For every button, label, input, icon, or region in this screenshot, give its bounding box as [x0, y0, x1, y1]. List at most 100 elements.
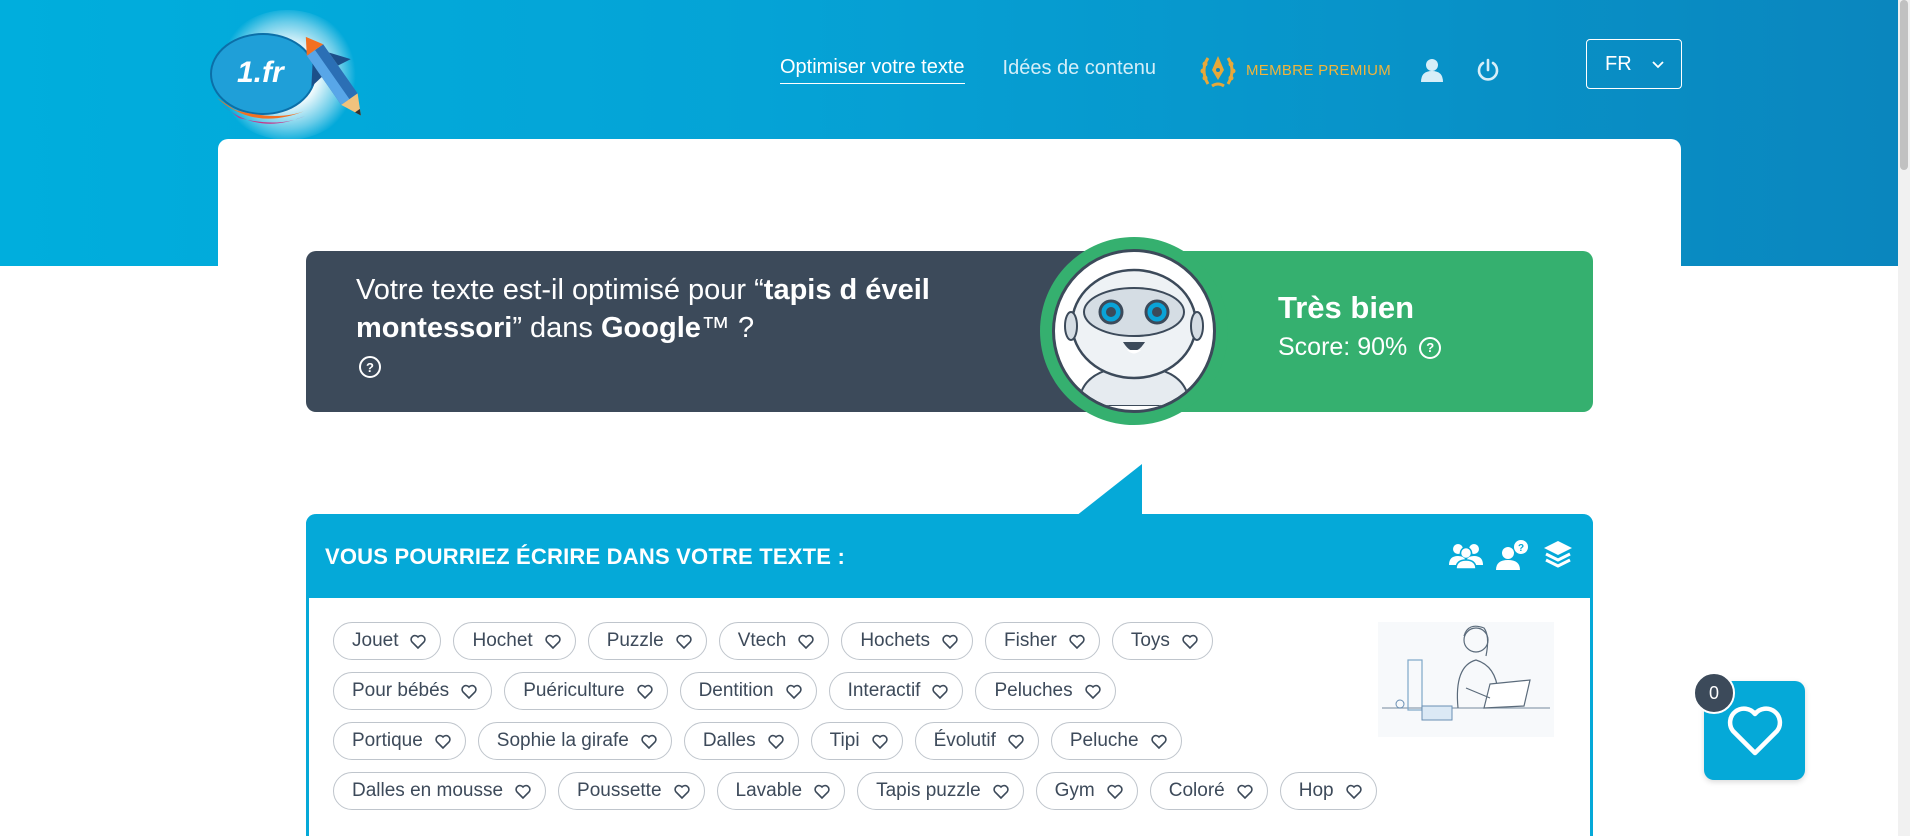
tag-chip[interactable]: Interactif: [828, 672, 964, 710]
tag-label: Coloré: [1168, 780, 1225, 801]
heart-icon[interactable]: [932, 684, 949, 699]
language-select[interactable]: FR: [1586, 39, 1682, 89]
tag-label: Hochet: [472, 630, 533, 651]
tag-label: Sophie la girafe: [496, 730, 629, 751]
tag-chip[interactable]: Puzzle: [587, 622, 707, 660]
heart-icon[interactable]: [1345, 784, 1362, 799]
tag-chip[interactable]: Pour bébés: [333, 672, 493, 710]
heart-icon[interactable]: [798, 634, 814, 649]
group-icon[interactable]: [1448, 538, 1484, 572]
heart-icon[interactable]: [641, 734, 657, 749]
heart-icon[interactable]: [515, 784, 531, 799]
nav-idees[interactable]: Idées de contenu: [1003, 57, 1156, 84]
tag-chip[interactable]: Dalles: [683, 722, 799, 760]
premium-label: MEMBRE PREMIUM: [1245, 61, 1392, 79]
premium-badge[interactable]: MEMBRE PREMIUM: [1198, 50, 1391, 90]
nav-optimiser[interactable]: Optimiser votre texte: [780, 56, 965, 84]
scrollbar-thumb[interactable]: [1900, 0, 1908, 170]
tag-label: Dalles en mousse: [352, 780, 504, 801]
heart-icon[interactable]: [673, 784, 690, 799]
tag-chip[interactable]: Peluches: [975, 672, 1116, 710]
tag-label: Vtech: [737, 630, 787, 651]
tag-chip[interactable]: Hochet: [453, 622, 576, 660]
tag-chip[interactable]: Portique: [333, 722, 466, 760]
power-icon[interactable]: [1473, 55, 1503, 85]
robot-icon: [1064, 268, 1204, 406]
tag-label: Peluche: [1069, 730, 1139, 751]
score-text: Score: 90%: [1278, 333, 1408, 361]
tag-chip[interactable]: Hochets: [841, 622, 974, 660]
tag-chip[interactable]: Vtech: [718, 622, 830, 660]
question-suffix: ™ ?: [700, 312, 755, 344]
chevron-down-icon: [1652, 61, 1664, 69]
heart-icon[interactable]: [767, 734, 784, 749]
heart-icon[interactable]: [545, 634, 561, 649]
score-help-icon[interactable]: ?: [1419, 336, 1442, 359]
question-help-icon[interactable]: ?: [359, 356, 381, 378]
tag-chip[interactable]: Fisher: [985, 622, 1100, 660]
heart-icon[interactable]: [785, 684, 802, 699]
heart-icon[interactable]: [435, 734, 451, 749]
heart-icon[interactable]: [1237, 784, 1253, 799]
robot-avatar: [1040, 237, 1228, 425]
tag-label: Fisher: [1004, 630, 1057, 651]
heart-icon[interactable]: [410, 634, 427, 649]
favorites-count: 0: [1693, 672, 1735, 714]
heart-icon[interactable]: [1008, 734, 1024, 749]
scrollbar[interactable]: [1898, 0, 1910, 836]
tag-label: Interactif: [847, 680, 921, 701]
question-engine: Google: [601, 312, 701, 344]
question-prefix: Votre texte est-il optimisé pour “: [356, 274, 764, 306]
tag-row: Pour bébés Puériculture Dentition Intera…: [333, 672, 1373, 710]
tag-label: Dalles: [702, 730, 756, 751]
heart-icon[interactable]: [871, 734, 888, 749]
layers-icon[interactable]: [1540, 538, 1576, 572]
tag-chip[interactable]: Dalles en mousse: [333, 772, 547, 810]
tag-chip[interactable]: Tipi: [810, 722, 903, 760]
heart-icon[interactable]: [1107, 784, 1123, 799]
site-logo[interactable]: 1.fr: [195, 10, 380, 140]
tag-label: Pour bébés: [352, 680, 450, 701]
tag-label: Lavable: [735, 780, 803, 801]
tag-row: Jouet Hochet Puzzle Vtech Hochets Fisher…: [333, 622, 1373, 660]
heart-icon[interactable]: [1150, 734, 1167, 749]
score-line: Score: 90% ?: [1278, 333, 1442, 362]
svg-text:1.fr: 1.fr: [237, 56, 286, 89]
tag-chip[interactable]: Coloré: [1149, 772, 1268, 810]
tag-chip[interactable]: Dentition: [679, 672, 817, 710]
tag-chip[interactable]: Gym: [1035, 772, 1138, 810]
tag-label: Puériculture: [523, 680, 625, 701]
tag-chip[interactable]: Hop: [1279, 772, 1377, 810]
tag-label: Hop: [1298, 780, 1334, 801]
heart-icon[interactable]: [1084, 684, 1101, 699]
tag-chip[interactable]: Évolutif: [914, 722, 1039, 760]
heart-icon[interactable]: [942, 634, 958, 649]
tag-label: Poussette: [577, 780, 662, 801]
tag-label: Jouet: [352, 630, 399, 651]
tag-chip[interactable]: Toys: [1111, 622, 1213, 660]
heart-icon[interactable]: [1182, 634, 1198, 649]
heart-icon[interactable]: [461, 684, 477, 699]
user-question-icon[interactable]: ?: [1494, 538, 1530, 572]
tag-chip[interactable]: Jouet: [333, 622, 442, 660]
heart-icon[interactable]: [676, 634, 692, 649]
heart-icon[interactable]: [636, 684, 653, 699]
question-text: Votre texte est-il optimisé pour “tapis …: [356, 271, 936, 347]
heart-icon[interactable]: [1069, 634, 1085, 649]
logo-mark: 1.fr: [210, 33, 361, 124]
banner-pointer: [1076, 464, 1142, 516]
svg-text:?: ?: [1518, 543, 1524, 554]
tag-chip[interactable]: Tapis puzzle: [857, 772, 1024, 810]
tag-chip[interactable]: Lavable: [716, 772, 846, 810]
heart-icon[interactable]: [992, 784, 1009, 799]
tag-chip[interactable]: Poussette: [558, 772, 705, 810]
heart-icon: [1727, 705, 1782, 755]
tag-chip[interactable]: Peluche: [1050, 722, 1182, 760]
tag-label: Tapis puzzle: [876, 780, 981, 801]
user-icon[interactable]: [1417, 55, 1447, 85]
tag-chip[interactable]: Puériculture: [504, 672, 668, 710]
heart-icon[interactable]: [814, 784, 830, 799]
tag-label: Peluches: [994, 680, 1073, 701]
tag-chip[interactable]: Sophie la girafe: [477, 722, 672, 760]
writer-illustration: [1378, 622, 1554, 737]
